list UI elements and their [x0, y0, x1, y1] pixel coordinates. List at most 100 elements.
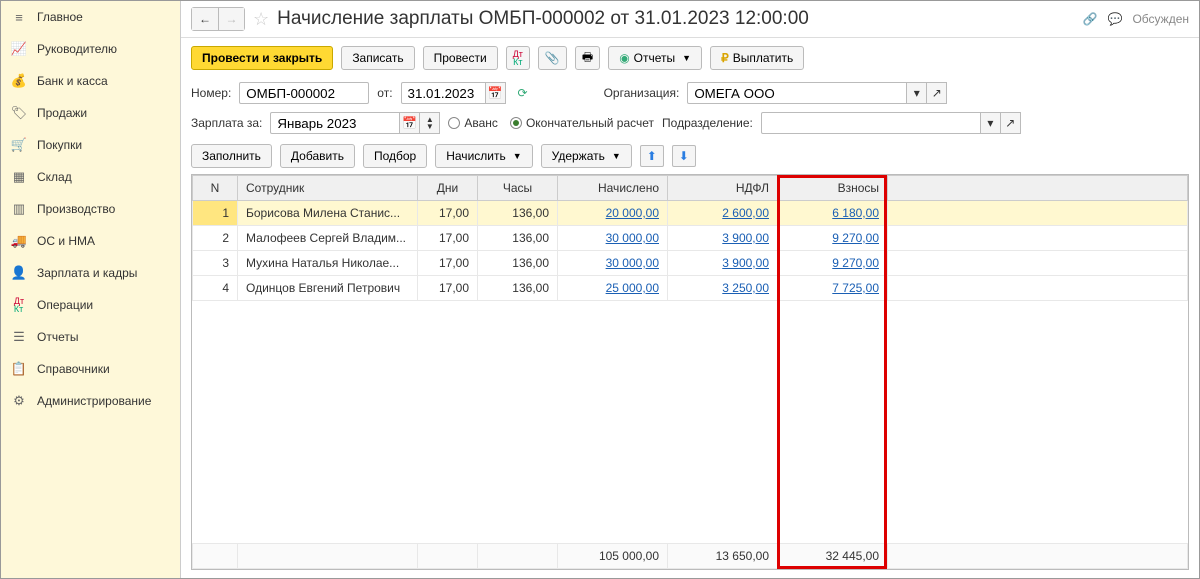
cell-employee: Мухина Наталья Николае... — [238, 251, 418, 276]
cell-accrued[interactable]: 25 000,00 — [558, 276, 668, 301]
calendar-icon[interactable]: 📅 — [486, 82, 506, 104]
org-open-icon[interactable]: ↗ — [927, 82, 947, 104]
discuss-label[interactable]: Обсужден — [1132, 12, 1189, 26]
sidebar-item-9[interactable]: ДтКтОперации — [1, 289, 180, 321]
sidebar-item-8[interactable]: 👤Зарплата и кадры — [1, 257, 180, 289]
print-button[interactable]: 🖶 — [575, 46, 600, 70]
table-footer: 105 000,00 13 650,00 32 445,00 — [192, 543, 1188, 569]
cell-hours: 136,00 — [478, 201, 558, 226]
table-row[interactable]: 2Малофеев Сергей Владим...17,00136,0030 … — [193, 226, 1188, 251]
forward-button[interactable]: → — [218, 8, 244, 30]
sidebar-item-5[interactable]: ▦Склад — [1, 161, 180, 193]
cell-employee: Одинцов Евгений Петрович — [238, 276, 418, 301]
form-row-1: Номер: от: 📅 ⟳ Организация: ▾ ↗ — [181, 78, 1199, 108]
accrue-button[interactable]: Начислить▼ — [435, 144, 532, 168]
table-empty-space[interactable] — [192, 301, 1188, 543]
dept-dropdown-icon[interactable]: ▾ — [981, 112, 1001, 134]
sidebar-item-6[interactable]: ▥Производство — [1, 193, 180, 225]
col-hours[interactable]: Часы — [478, 176, 558, 201]
move-down-button[interactable]: ⬇ — [672, 145, 696, 167]
pay-button[interactable]: ₽ Выплатить — [710, 46, 804, 70]
col-ndfl[interactable]: НДФЛ — [668, 176, 778, 201]
date-field[interactable] — [401, 82, 486, 104]
dept-field[interactable] — [761, 112, 981, 134]
discuss-icon[interactable]: 💬 — [1108, 12, 1123, 26]
cell-days: 17,00 — [418, 276, 478, 301]
dept-open-icon[interactable]: ↗ — [1001, 112, 1021, 134]
org-field[interactable] — [687, 82, 907, 104]
cell-contrib[interactable]: 7 725,00 — [778, 276, 888, 301]
col-employee[interactable]: Сотрудник — [238, 176, 418, 201]
favorite-star-icon[interactable]: ☆ — [253, 9, 269, 30]
cell-n: 3 — [193, 251, 238, 276]
sidebar-item-12[interactable]: ⚙ Администрирование — [1, 385, 180, 417]
sidebar-icon-4: 🛒 — [11, 137, 27, 153]
salary-for-label: Зарплата за: — [191, 116, 262, 130]
cell-days: 17,00 — [418, 226, 478, 251]
cell-accrued[interactable]: 30 000,00 — [558, 226, 668, 251]
sidebar-label-1: Руководителю — [37, 42, 117, 56]
col-accrued[interactable]: Начислено — [558, 176, 668, 201]
write-button[interactable]: Записать — [341, 46, 414, 70]
dept-label: Подразделение: — [662, 116, 753, 130]
refresh-icon[interactable]: ⟳ — [518, 86, 528, 100]
sidebar-item-2[interactable]: 💰 Банк и касса — [1, 65, 180, 97]
dtkt-button[interactable]: ДтКт — [506, 46, 530, 70]
number-field[interactable] — [239, 82, 369, 104]
sidebar-label-2: Банк и касса — [37, 74, 108, 88]
sidebar-item-0[interactable]: ≡Главное — [1, 1, 180, 33]
move-up-button[interactable]: ⬆ — [640, 145, 664, 167]
post-button[interactable]: Провести — [423, 46, 498, 70]
cell-ndfl[interactable]: 2 600,00 — [668, 201, 778, 226]
add-button[interactable]: Добавить — [280, 144, 355, 168]
col-days[interactable]: Дни — [418, 176, 478, 201]
pick-button[interactable]: Подбор — [363, 144, 427, 168]
cell-ndfl[interactable]: 3 900,00 — [668, 226, 778, 251]
deduct-button[interactable]: Удержать▼ — [541, 144, 632, 168]
sidebar-label-9: Операции — [37, 298, 93, 312]
cell-ndfl[interactable]: 3 900,00 — [668, 251, 778, 276]
cell-hours: 136,00 — [478, 251, 558, 276]
org-label: Организация: — [604, 86, 680, 100]
org-dropdown-icon[interactable]: ▾ — [907, 82, 927, 104]
final-radio[interactable]: Окончательный расчет — [510, 116, 654, 130]
reports-button[interactable]: ◉ Отчеты ▼ — [608, 46, 702, 70]
cell-contrib[interactable]: 9 270,00 — [778, 226, 888, 251]
sidebar-label-0: Главное — [37, 10, 83, 24]
col-n[interactable]: N — [193, 176, 238, 201]
cell-n: 2 — [193, 226, 238, 251]
col-contrib[interactable]: Взносы — [778, 176, 888, 201]
post-and-close-button[interactable]: Провести и закрыть — [191, 46, 333, 70]
sidebar-icon-10: ☰ — [11, 329, 27, 345]
table-row[interactable]: 1Борисова Милена Станис...17,00136,0020 … — [193, 201, 1188, 226]
table-row[interactable]: 4Одинцов Евгений Петрович17,00136,0025 0… — [193, 276, 1188, 301]
sidebar-label-12: Администрирование — [37, 394, 151, 408]
cell-accrued[interactable]: 20 000,00 — [558, 201, 668, 226]
cell-ndfl[interactable]: 3 250,00 — [668, 276, 778, 301]
sidebar-icon-2: 💰 — [11, 73, 27, 89]
table-row[interactable]: 3Мухина Наталья Николае...17,00136,0030 … — [193, 251, 1188, 276]
cell-contrib[interactable]: 6 180,00 — [778, 201, 888, 226]
advance-radio[interactable]: Аванс — [448, 116, 498, 130]
cell-days: 17,00 — [418, 201, 478, 226]
fill-button[interactable]: Заполнить — [191, 144, 272, 168]
sidebar-item-11[interactable]: 📋Справочники — [1, 353, 180, 385]
period-stepper-icon[interactable]: ▲▼ — [420, 112, 440, 134]
sidebar-item-10[interactable]: ☰ Отчеты — [1, 321, 180, 353]
link-icon[interactable]: 🔗 — [1083, 12, 1098, 26]
sidebar-label-10: Отчеты — [37, 330, 78, 344]
form-row-2: Зарплата за: 📅 ▲▼ Аванс Окончательный ра… — [181, 108, 1199, 138]
salary-period-field[interactable] — [270, 112, 400, 134]
cell-contrib[interactable]: 9 270,00 — [778, 251, 888, 276]
cell-days: 17,00 — [418, 251, 478, 276]
sidebar-item-3[interactable]: 🏷Продажи — [1, 97, 180, 129]
sidebar-item-7[interactable]: 🚚ОС и НМА — [1, 225, 180, 257]
sidebar-item-4[interactable]: 🛒Покупки — [1, 129, 180, 161]
back-button[interactable]: ← — [192, 8, 218, 30]
cell-accrued[interactable]: 30 000,00 — [558, 251, 668, 276]
sidebar-icon-12: ⚙ — [11, 393, 27, 409]
period-calendar-icon[interactable]: 📅 — [400, 112, 420, 134]
attach-button[interactable]: 📎 — [538, 46, 567, 70]
sidebar-item-1[interactable]: 📈Руководителю — [1, 33, 180, 65]
main-toolbar: Провести и закрыть Записать Провести ДтК… — [181, 38, 1199, 78]
